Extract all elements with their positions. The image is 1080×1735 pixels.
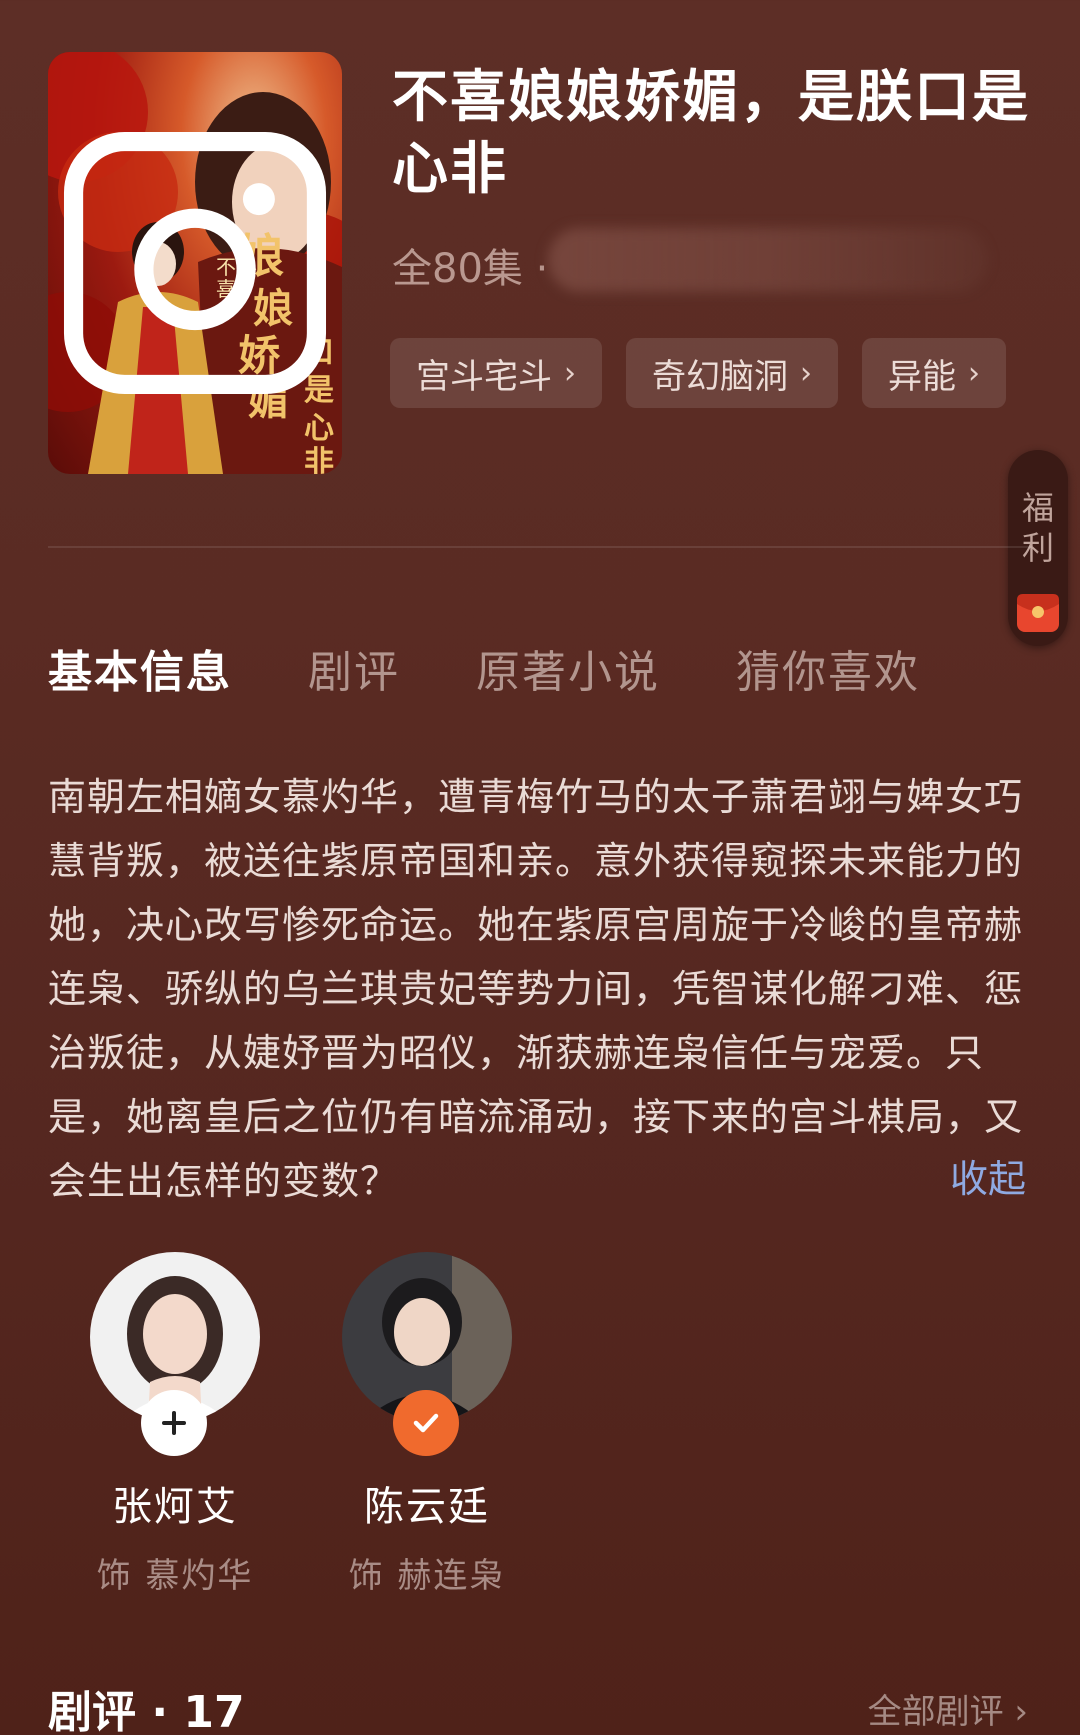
blurred-meta-region — [548, 228, 988, 292]
tab-recommendations[interactable]: 猜你喜欢 — [736, 636, 920, 700]
all-reviews-link[interactable]: 全部剧评 › — [868, 1684, 1028, 1733]
tag-gongdou[interactable]: 宫斗宅斗 › — [390, 338, 602, 408]
tab-original-novel[interactable]: 原著小说 — [476, 636, 660, 700]
cast-member[interactable]: 陈云廷 饰 赫连枭 — [342, 1252, 512, 1596]
poster-image[interactable]: 娘 娘 娇 媚 口 是 心 非 不 喜 — [48, 52, 342, 474]
tag-label: 宫斗宅斗 — [416, 356, 552, 397]
followed-badge[interactable] — [393, 1390, 459, 1456]
tag-qihuan[interactable]: 奇幻脑洞 › — [626, 338, 838, 408]
reviews-section-title: 剧评 · 17 — [48, 1687, 245, 1735]
plus-icon — [162, 1411, 186, 1435]
check-icon — [413, 1413, 439, 1433]
tag-label: 异能 — [888, 356, 956, 397]
chevron-right-icon: › — [968, 355, 980, 391]
cast-member[interactable]: 张炣艾 饰 慕灼华 — [90, 1252, 260, 1596]
chevron-right-icon: › — [564, 355, 576, 391]
chevron-right-icon: › — [800, 355, 812, 391]
genre-tags: 宫斗宅斗 › 奇幻脑洞 › 异能 › — [390, 338, 1006, 408]
red-envelope-icon — [1017, 594, 1059, 632]
cast-role: 饰 慕灼华 — [96, 1556, 254, 1596]
cast-name: 张炣艾 — [112, 1484, 238, 1530]
follow-button[interactable] — [141, 1390, 207, 1456]
detail-tabs: 基本信息 剧评 原著小说 猜你喜欢 — [48, 636, 996, 700]
show-title: 不喜娘娘娇媚，是朕口是心非 — [392, 65, 1030, 202]
synopsis-text: 南朝左相嫡女慕灼华，遭青梅竹马的太子萧君翊与婢女巧慧背叛，被送往紫原帝国和亲。意… — [48, 775, 1024, 1203]
tab-reviews[interactable]: 剧评 — [308, 636, 400, 700]
tag-yineng[interactable]: 异能 › — [862, 338, 1006, 408]
welfare-button[interactable]: 福利 — [1008, 450, 1068, 646]
tag-label: 奇幻脑洞 — [652, 356, 788, 397]
welfare-label: 福利 — [1021, 489, 1054, 567]
image-preview-icon[interactable] — [48, 52, 342, 474]
cast-role: 饰 赫连枭 — [348, 1556, 506, 1596]
section-divider — [48, 546, 1032, 548]
tab-basic-info[interactable]: 基本信息 — [48, 636, 232, 700]
episode-count: 全80集 · — [392, 246, 549, 292]
cast-name: 陈云廷 — [364, 1484, 490, 1530]
collapse-link[interactable]: 收起 — [950, 1148, 1026, 1203]
